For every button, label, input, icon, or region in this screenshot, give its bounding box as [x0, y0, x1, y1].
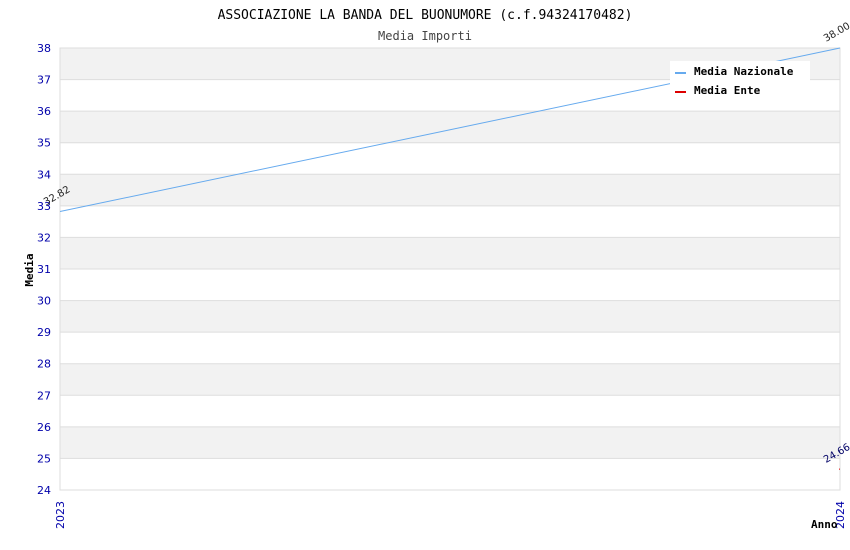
plot-band — [60, 300, 840, 333]
legend-label-media-ente: Media Ente — [694, 84, 761, 97]
y-tick-label: 34 — [37, 168, 51, 181]
y-tick-label: 24 — [37, 484, 51, 497]
y-tick-label: 35 — [37, 137, 51, 150]
y-tick-label: 32 — [37, 231, 51, 244]
y-tick-label: 28 — [37, 358, 51, 371]
chart-subtitle: Media Importi — [378, 29, 472, 43]
plot-band — [60, 142, 840, 175]
y-tick-label: 26 — [37, 421, 51, 434]
y-axis-label: Media — [23, 253, 36, 286]
x-axis-ticks: 2023 2024 — [54, 501, 847, 529]
x-tick-label: 2023 — [54, 501, 67, 529]
legend-label-media-nazionale: Media Nazionale — [694, 65, 794, 78]
y-tick-label: 38 — [37, 42, 51, 55]
y-tick-label: 30 — [37, 295, 51, 308]
plot-band — [60, 205, 840, 238]
y-tick-label: 31 — [37, 263, 51, 276]
plot-band — [60, 458, 840, 490]
legend: Media Nazionale Media Ente — [670, 61, 810, 103]
plot-band — [60, 237, 840, 269]
plot-band — [60, 269, 840, 301]
plot-band — [60, 174, 840, 206]
plot-band — [60, 363, 840, 396]
y-tick-label: 27 — [37, 389, 51, 402]
plot-band — [60, 426, 840, 459]
y-tick-label: 25 — [37, 452, 51, 465]
y-tick-label: 36 — [37, 105, 51, 118]
plot-band — [60, 395, 840, 427]
x-axis-label: Anno — [811, 518, 838, 531]
data-label-media-nazionale: 38.00 — [822, 21, 850, 45]
y-axis-ticks: 242526272829303132333435363738 — [37, 42, 51, 497]
plot-band — [60, 332, 840, 364]
y-tick-label: 29 — [37, 326, 51, 339]
y-tick-label: 37 — [37, 74, 51, 87]
chart: ASSOCIAZIONE LA BANDA DEL BUONUMORE (c.f… — [23, 8, 850, 531]
plot-band — [60, 111, 840, 143]
chart-title: ASSOCIAZIONE LA BANDA DEL BUONUMORE (c.f… — [218, 8, 633, 23]
